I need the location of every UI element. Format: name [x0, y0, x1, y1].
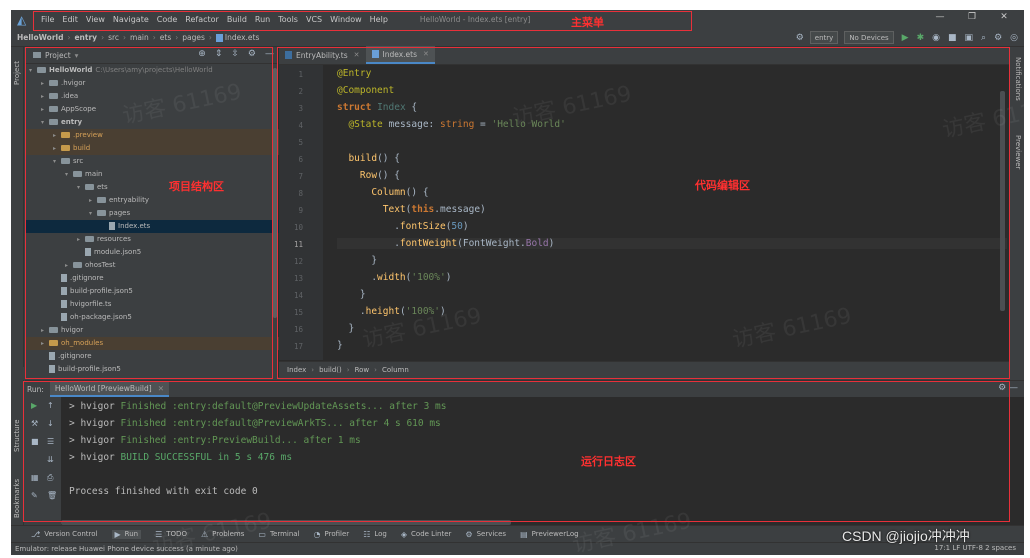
crumb-entry[interactable]: entry [74, 33, 97, 42]
chevron-right-icon: › [123, 33, 127, 42]
account-icon[interactable]: ◎ [1010, 33, 1018, 43]
profile-icon[interactable]: ◉ [932, 33, 940, 43]
profiler-icon: ◔ [313, 529, 321, 539]
chevron-right-icon: › [152, 33, 156, 42]
navbar-actions: ⚙ entry No Devices ▶ ✱ ◉ ■ ▣ ⌕ ⚙ ◎ [788, 31, 1018, 44]
settings-gear-icon[interactable]: ⚙ [796, 33, 804, 43]
previewer-log-icon: ▤ [520, 529, 528, 539]
run-icon: ▶ [114, 529, 121, 539]
tool-services[interactable]: ⚙ Services [465, 530, 506, 539]
chevron-right-icon: › [208, 33, 212, 42]
crumb-ets[interactable]: ets [160, 33, 171, 42]
tool-profiler[interactable]: ◔ Profiler [314, 530, 350, 539]
code-area-highlight [277, 47, 1010, 379]
ets-file-icon [215, 33, 223, 42]
tool-label: Services [476, 530, 507, 538]
crumb-main[interactable]: main [130, 33, 149, 42]
crumb-file[interactable]: Index.ets [225, 33, 260, 42]
restore-button[interactable]: ❐ [956, 12, 988, 22]
crumb-src[interactable]: src [108, 33, 119, 42]
chevron-right-icon: › [175, 33, 179, 42]
tool-label: Code Linter [411, 530, 452, 538]
navigation-bar: HelloWorld › entry › src › main › ets › … [11, 29, 1024, 47]
tool-label: Log [374, 530, 387, 538]
debug-icon[interactable]: ✱ [917, 33, 925, 43]
tool-label: Run [124, 530, 139, 538]
minimize-button[interactable]: — [924, 12, 956, 22]
csdn-credit: CSDN @jiojio冲冲冲 [842, 528, 970, 544]
app-logo-icon: ◭ [17, 12, 27, 27]
stop-icon[interactable]: ■ [948, 33, 957, 43]
run-config-select[interactable]: entry [809, 31, 839, 44]
tool-label: Version Control [44, 530, 98, 538]
notifications-tool-tab[interactable]: Notifications [1014, 57, 1022, 101]
code-area-annotation: 代码编辑区 [695, 179, 750, 192]
log-area-highlight [23, 381, 1010, 522]
chevron-right-icon: › [101, 33, 105, 42]
project-area-annotation: 项目结构区 [169, 180, 224, 193]
close-button[interactable]: ✕ [988, 12, 1020, 22]
settings-icon[interactable]: ⚙ [994, 33, 1002, 43]
run-icon[interactable]: ▶ [902, 33, 909, 43]
tool-run[interactable]: ▶ Run [111, 529, 142, 539]
project-area-highlight [25, 47, 273, 379]
previewer-tool-tab[interactable]: Previewer [1014, 135, 1022, 169]
crumb-project[interactable]: HelloWorld [17, 33, 63, 42]
bookmarks-tool-tab[interactable]: Bookmarks [13, 479, 21, 518]
device-select[interactable]: No Devices [844, 31, 894, 44]
crumb-pages[interactable]: pages [182, 33, 205, 42]
log-area-annotation: 运行日志区 [581, 455, 636, 468]
tool-label: Terminal [269, 530, 300, 538]
tool-label: Profiler [324, 530, 350, 538]
tool-version-control[interactable]: ⎇ Version Control [31, 530, 98, 539]
chevron-right-icon: › [67, 33, 71, 42]
log-icon: ☷ [363, 529, 371, 539]
left-tool-strip: Project [11, 47, 24, 367]
structure-tool-tab[interactable]: Structure [13, 419, 21, 452]
services-icon: ⚙ [465, 529, 473, 539]
main-menu-annotation: 主菜单 [571, 16, 604, 29]
window-controls: — ❐ ✕ [924, 12, 1020, 22]
version-control-icon: ⎇ [31, 529, 41, 539]
tool-code-linter[interactable]: ◈ Code Linter [401, 530, 452, 539]
search-icon[interactable]: ⌕ [981, 33, 986, 43]
device-manager-icon[interactable]: ▣ [965, 33, 974, 43]
project-tool-tab[interactable]: Project [13, 61, 21, 85]
code-linter-icon: ◈ [400, 529, 408, 539]
tool-log[interactable]: ☷ Log [363, 530, 387, 539]
